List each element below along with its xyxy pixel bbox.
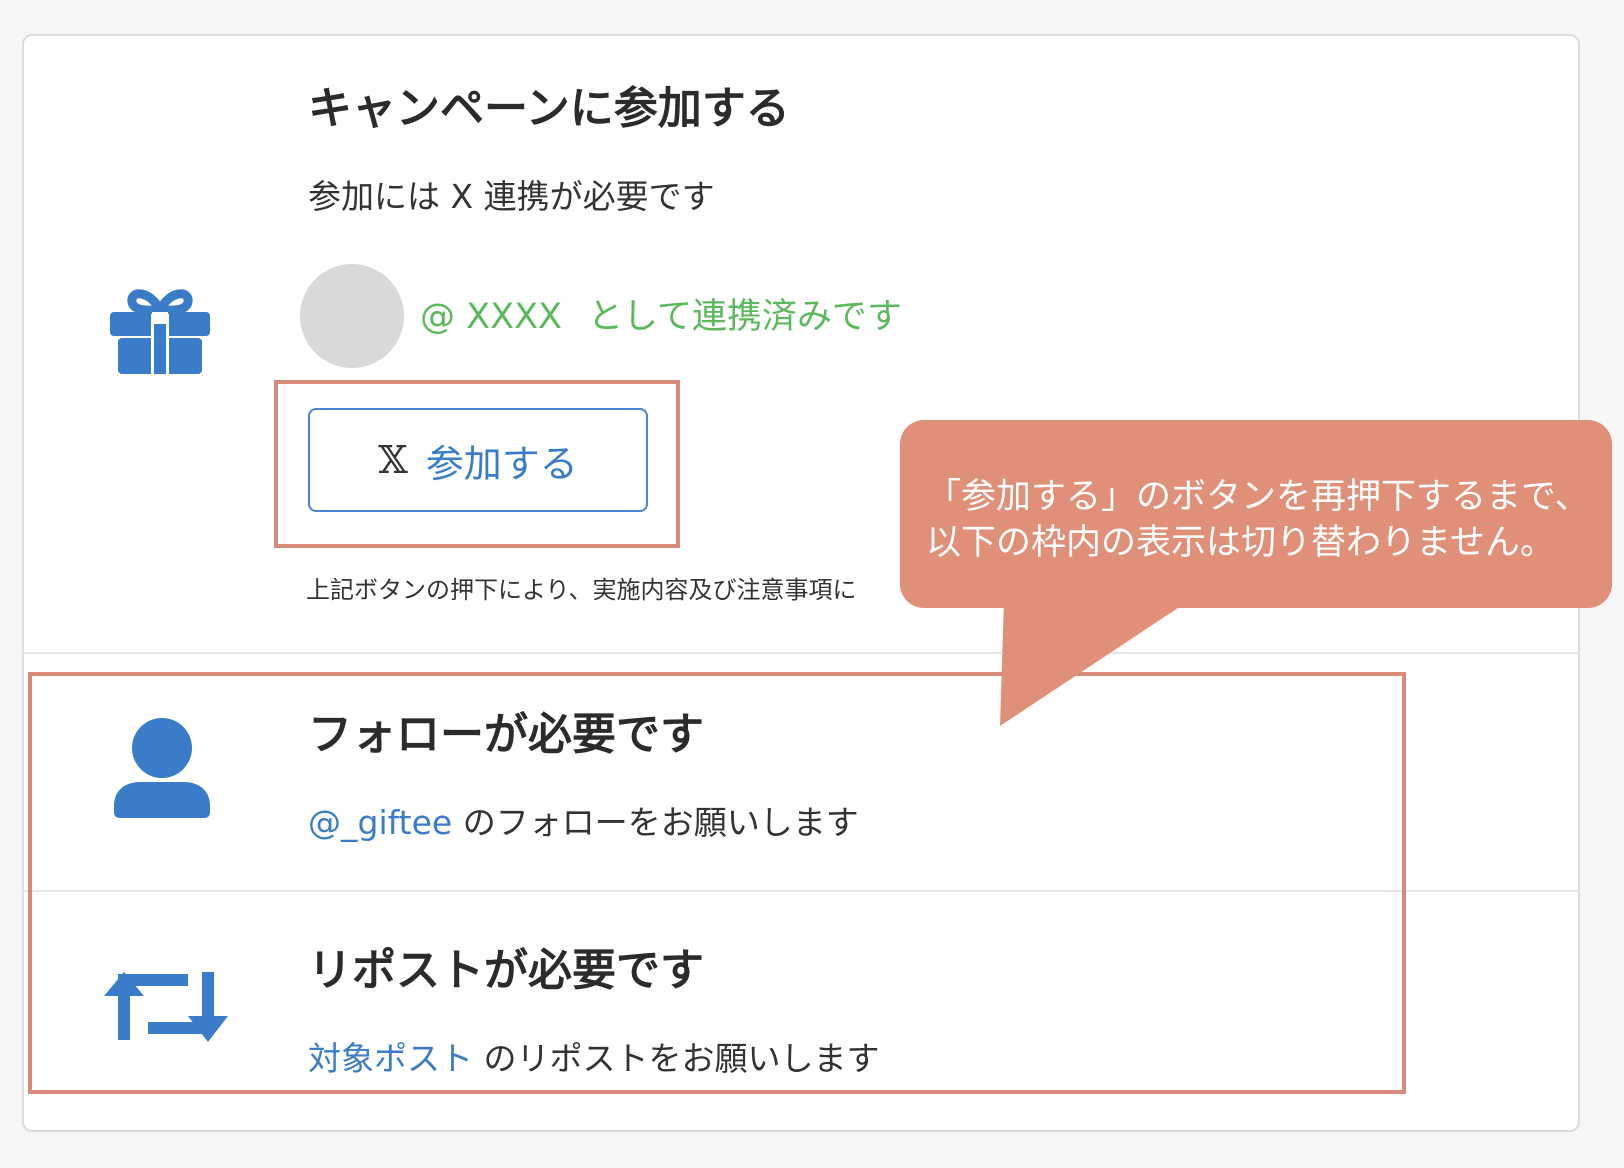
linked-status: @ XXXX として連携済みです xyxy=(420,288,902,339)
callout-line-1: 「参加する」のボタンを再押下するまで、 xyxy=(926,477,1590,517)
campaign-title: キャンペーンに参加する xyxy=(308,83,790,134)
x-link-requirement: 参加には X 連携が必要です xyxy=(308,177,715,216)
callout-line-2: 以下の枠内の表示は切り替わりません。 xyxy=(926,523,1555,563)
terms-note: 上記ボタンの押下により、実施内容及び注意事項に xyxy=(306,576,857,604)
gift-icon xyxy=(110,289,210,374)
callout-bubble: 「参加する」のボタンを再押下するまで、 以下の枠内の表示は切り替わりません。 xyxy=(900,420,1612,608)
requirements-highlight xyxy=(28,672,1406,1094)
linked-handle: @ XXXX xyxy=(420,297,563,337)
avatar xyxy=(300,264,404,368)
join-button-highlight xyxy=(274,380,680,548)
divider xyxy=(22,652,1580,654)
linked-status-text: として連携済みです xyxy=(588,297,902,337)
